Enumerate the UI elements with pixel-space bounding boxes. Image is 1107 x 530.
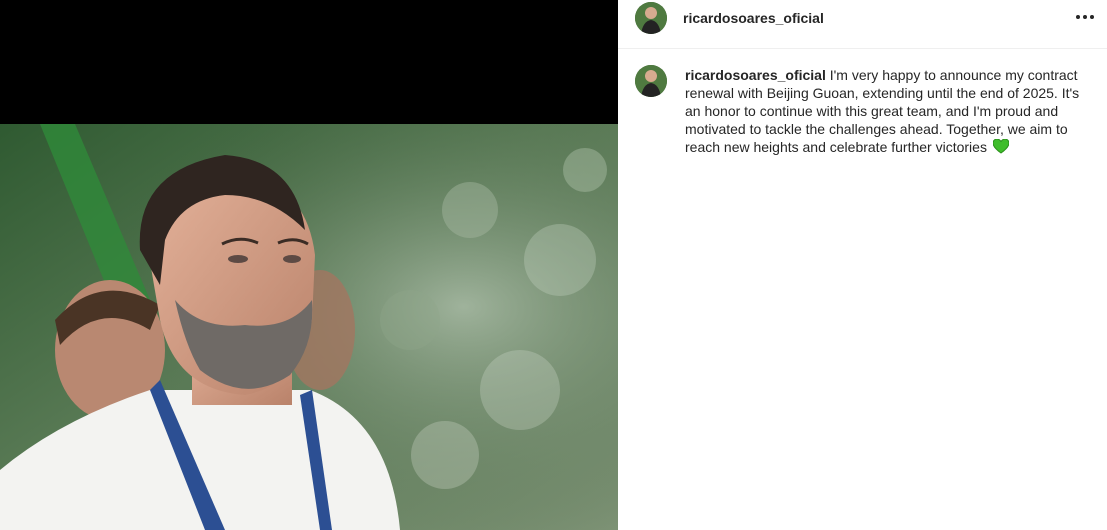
more-horizontal-icon-dot-2: [1090, 15, 1094, 19]
green-heart-icon: [992, 138, 1010, 158]
avatar-image: [635, 65, 667, 97]
more-options-button[interactable]: [1071, 4, 1099, 30]
post-photo: [0, 0, 618, 530]
post-media[interactable]: [0, 0, 618, 530]
post-details-panel: ricardosoares_oficial ricardosoares_ofic…: [618, 0, 1107, 530]
post-caption: ricardosoares_oficial I'm very happy to …: [685, 66, 1085, 158]
avatar-image: [635, 2, 667, 34]
caption-avatar[interactable]: [635, 65, 667, 97]
avatar[interactable]: [635, 2, 667, 34]
caption-username[interactable]: ricardosoares_oficial: [685, 67, 826, 83]
more-horizontal-icon: [1076, 15, 1080, 19]
more-horizontal-icon-dot: [1083, 15, 1087, 19]
post-author-username[interactable]: ricardosoares_oficial: [683, 10, 824, 26]
post-header: ricardosoares_oficial: [618, 0, 1107, 49]
